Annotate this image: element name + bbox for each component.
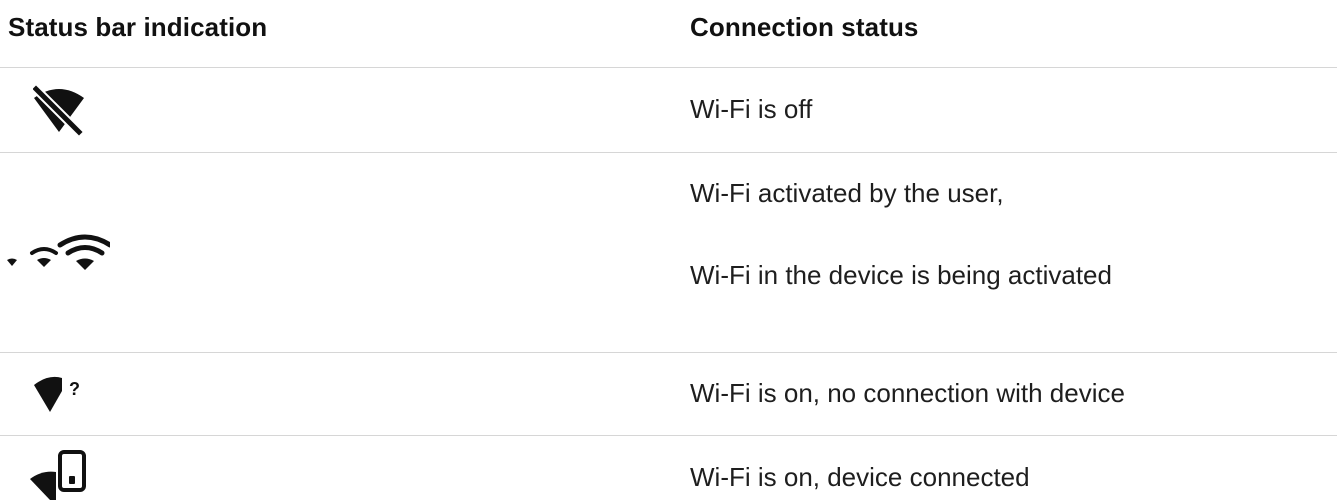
- wifi-no-connection-icon: ?: [33, 371, 83, 415]
- svg-text:?: ?: [69, 379, 80, 399]
- status-text-no-connection: Wi-Fi is on, no connection with device: [690, 378, 1125, 408]
- status-text-wifi-being-activated: Wi-Fi in the device is being activated: [690, 260, 1112, 290]
- wifi-off-icon: [33, 84, 85, 136]
- row-divider: [0, 435, 1337, 436]
- header-divider: [0, 67, 1337, 68]
- status-text-wifi-off: Wi-Fi is off: [690, 94, 813, 124]
- wifi-device-connected-icon: [30, 450, 90, 500]
- header-status-bar-indication: Status bar indication: [8, 12, 268, 42]
- connection-status-table: Status bar indication Connection status …: [0, 0, 1337, 500]
- status-text-device-connected: Wi-Fi is on, device connected: [690, 462, 1030, 492]
- wifi-activating-icon: [6, 232, 110, 272]
- row-divider: [0, 352, 1337, 353]
- header-connection-status: Connection status: [690, 12, 919, 42]
- row-divider: [0, 152, 1337, 153]
- status-text-wifi-activated: Wi-Fi activated by the user,: [690, 178, 1004, 208]
